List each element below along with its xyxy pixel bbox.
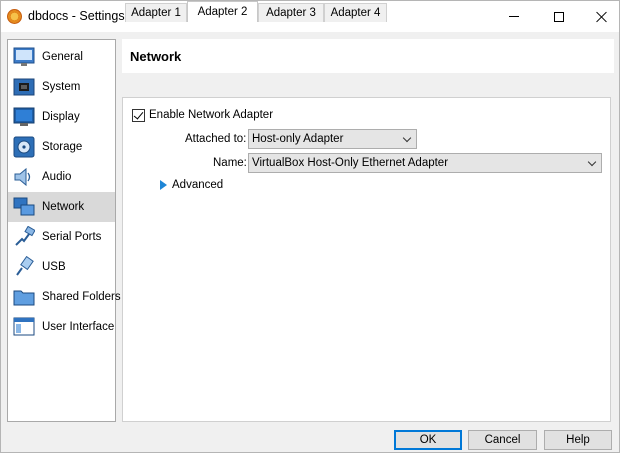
- attached-to-value: Host-only Adapter: [252, 133, 344, 145]
- minimize-button[interactable]: [491, 1, 537, 32]
- attached-to-select[interactable]: Host-only Adapter: [248, 129, 417, 149]
- sidebar-item-label: Audio: [42, 171, 72, 183]
- chevron-down-icon: [402, 133, 412, 143]
- name-select[interactable]: VirtualBox Host-Only Ethernet Adapter: [248, 153, 602, 173]
- sidebar-item-storage[interactable]: Storage: [8, 132, 115, 162]
- tab-adapter-4[interactable]: Adapter 4: [324, 3, 387, 22]
- maximize-icon: [554, 11, 564, 22]
- close-icon: [596, 11, 608, 23]
- tab-label: Adapter 3: [266, 7, 316, 19]
- tab-label: Adapter 1: [131, 7, 181, 19]
- sidebar-item-serial-ports[interactable]: Serial Ports: [8, 222, 115, 252]
- sidebar-item-label: System: [42, 81, 81, 93]
- sidebar-item-system[interactable]: System: [8, 72, 115, 102]
- help-button-label: Help: [566, 434, 590, 446]
- sidebar-item-label: Network: [42, 201, 85, 213]
- system-icon: [13, 78, 35, 96]
- settings-sidebar: General System Display Storage Audio Net…: [7, 39, 121, 422]
- name-label: Name:: [213, 157, 247, 169]
- display-icon: [13, 107, 35, 126]
- ok-button[interactable]: OK: [394, 430, 462, 450]
- user-interface-icon: [13, 317, 35, 336]
- sidebar-item-label: USB: [42, 261, 66, 273]
- sidebar-item-shared-folders[interactable]: Shared Folders: [8, 282, 121, 312]
- tab-adapter-2[interactable]: Adapter 2: [187, 1, 258, 22]
- serial-ports-icon: [15, 226, 35, 246]
- sidebar-item-label: Display: [42, 111, 80, 123]
- name-value: VirtualBox Host-Only Ethernet Adapter: [252, 157, 449, 169]
- sidebar-item-audio[interactable]: Audio: [8, 162, 115, 192]
- sidebar-item-user-interface[interactable]: User Interface: [8, 312, 115, 342]
- tab-label: Adapter 4: [330, 7, 381, 19]
- help-button[interactable]: Help: [544, 430, 612, 450]
- enable-network-adapter-label[interactable]: Enable Network Adapter: [149, 109, 273, 121]
- sidebar-item-label: Storage: [42, 141, 83, 153]
- attached-to-label: Attached to:: [185, 133, 247, 145]
- usb-icon: [16, 256, 34, 276]
- expand-arrow-icon[interactable]: [160, 180, 167, 190]
- virtualbox-app-icon: [7, 9, 22, 24]
- chevron-down-icon: [587, 157, 597, 167]
- storage-icon: [13, 136, 35, 158]
- sidebar-item-network[interactable]: Network: [8, 192, 115, 222]
- shared-folders-icon: [13, 290, 35, 306]
- sidebar-item-label: Serial Ports: [42, 231, 102, 243]
- ok-button-label: OK: [419, 434, 437, 446]
- window-title: dbdocs - Settings: [28, 9, 125, 23]
- sidebar-item-label: General: [42, 51, 83, 63]
- sidebar-item-label: User Interface: [42, 321, 115, 333]
- adapter-tab-panel: Enable Network Adapter Attached to: Host…: [122, 97, 611, 422]
- minimize-icon: [509, 16, 519, 17]
- sidebar-item-usb[interactable]: USB: [8, 252, 115, 282]
- network-icon: [13, 197, 35, 216]
- page-title: Network: [130, 49, 182, 64]
- sidebar-item-display[interactable]: Display: [8, 102, 115, 132]
- page-header: Network: [122, 39, 614, 73]
- cancel-button[interactable]: Cancel: [468, 430, 537, 450]
- tab-adapter-3[interactable]: Adapter 3: [258, 3, 324, 22]
- sidebar-item-general[interactable]: General: [8, 42, 115, 72]
- tab-label: Adapter 2: [197, 6, 248, 18]
- settings-window: dbdocs - Settings General System Display…: [0, 0, 620, 453]
- cancel-button-label: Cancel: [484, 434, 521, 446]
- close-button[interactable]: [579, 1, 620, 32]
- advanced-toggle[interactable]: Advanced: [172, 179, 223, 191]
- audio-icon: [14, 167, 31, 187]
- general-icon: [13, 47, 35, 66]
- enable-network-adapter-checkbox[interactable]: [132, 109, 145, 122]
- maximize-button[interactable]: [536, 1, 582, 32]
- sidebar-item-label: Shared Folders: [42, 291, 121, 303]
- tab-adapter-1[interactable]: Adapter 1: [125, 3, 187, 22]
